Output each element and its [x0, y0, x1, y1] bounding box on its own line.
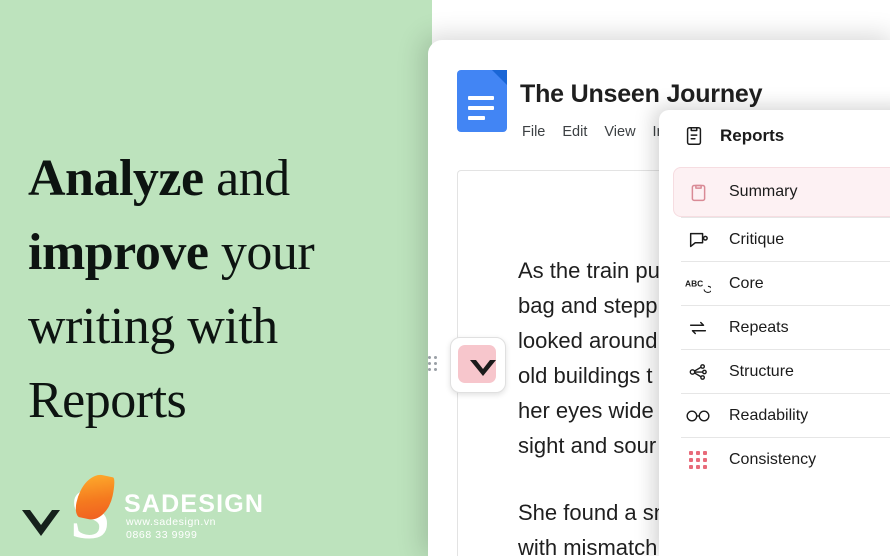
svg-text:ABC: ABC	[685, 278, 703, 288]
abc-icon: ABC	[685, 271, 711, 297]
clipboard-icon	[685, 179, 711, 205]
doc-line: sight and sour	[518, 433, 657, 458]
report-item-summary[interactable]: Summary	[673, 167, 890, 217]
headline-line4: Reports	[28, 372, 187, 429]
headline-word-analyze: Analyze	[28, 150, 204, 207]
doc-line: bag and stepp	[518, 293, 658, 318]
drag-dot	[434, 368, 437, 371]
logo-phone: 0868 33 9999	[126, 529, 198, 541]
screenshot-root: Analyze and improve your writing with Re…	[0, 0, 890, 556]
speech-bubble-icon	[685, 227, 711, 253]
headline-word-improve: improve	[28, 224, 209, 281]
reports-panel-title: Reports	[720, 126, 785, 145]
report-item-readability[interactable]: Readability	[681, 393, 890, 437]
repeat-arrows-icon	[685, 315, 711, 341]
doc-line: with mismatch	[518, 535, 658, 556]
report-item-label: Structure	[729, 362, 794, 380]
logo-website: www.sadesign.vn	[126, 516, 217, 528]
document-title[interactable]: The Unseen Journey	[520, 80, 763, 109]
menu-item-file[interactable]: File	[522, 124, 545, 140]
page-title: Analyze and improve your writing with Re…	[28, 142, 408, 438]
headline-line1-rest: and	[203, 150, 290, 207]
logo-brand-name: SADESIGN	[124, 490, 265, 518]
report-item-repeats[interactable]: Repeats	[681, 305, 890, 349]
sadesign-logo: S SADESIGN www.sadesign.vn 0868 33 9999	[22, 470, 263, 550]
headline-line3: writing with	[28, 298, 278, 355]
grammarly-toggle-button[interactable]	[450, 337, 506, 393]
marketing-panel: Analyze and improve your writing with Re…	[0, 0, 432, 556]
report-item-structure[interactable]: Structure	[681, 349, 890, 393]
google-docs-icon	[457, 70, 507, 132]
doc-line: her eyes wide	[518, 398, 654, 423]
doc-line: looked around	[518, 328, 658, 353]
report-item-label: Core	[729, 274, 764, 292]
docs-icon-fold	[492, 70, 507, 85]
drag-dot	[434, 362, 437, 365]
doc-line: As the train pu	[518, 258, 660, 283]
drag-dot	[428, 362, 431, 365]
report-item-label: Readability	[729, 406, 809, 424]
report-item-consistency[interactable]: Consistency	[681, 437, 890, 481]
grid-dots-icon	[685, 447, 711, 473]
chevron-down-inner-icon	[476, 360, 490, 369]
report-item-critique[interactable]: Critique	[681, 217, 890, 261]
drag-handle-icon[interactable]	[428, 356, 440, 372]
report-item-label: Consistency	[729, 450, 817, 468]
document-menu-bar: File Edit View Ins	[522, 124, 672, 140]
chevron-down-inner-icon	[30, 510, 52, 525]
toggle-button-surface	[458, 345, 496, 383]
drag-dot	[428, 368, 431, 371]
docs-icon-line	[468, 106, 494, 110]
drag-dot	[428, 356, 431, 359]
reports-list: Summary Critique ABC Core Repeats Struct…	[659, 167, 890, 481]
headline-line2-rest: your	[208, 224, 315, 281]
doc-line: She found a sn	[518, 500, 667, 525]
clipboard-report-icon	[681, 123, 707, 149]
report-item-label: Repeats	[729, 318, 789, 336]
report-item-label: Critique	[729, 230, 785, 248]
menu-item-edit[interactable]: Edit	[562, 124, 587, 140]
drag-dot	[434, 356, 437, 359]
docs-icon-line	[468, 116, 485, 120]
docs-icon-line	[468, 96, 494, 100]
report-item-core[interactable]: ABC Core	[681, 261, 890, 305]
glasses-icon	[685, 403, 711, 429]
doc-line: old buildings t	[518, 363, 653, 388]
node-graph-icon	[685, 359, 711, 385]
menu-item-view[interactable]: View	[604, 124, 635, 140]
reports-panel-header: Reports	[659, 110, 890, 162]
report-item-label: Summary	[729, 183, 798, 200]
reports-panel: Reports Summary Critique ABC Core Repeat…	[659, 110, 890, 556]
